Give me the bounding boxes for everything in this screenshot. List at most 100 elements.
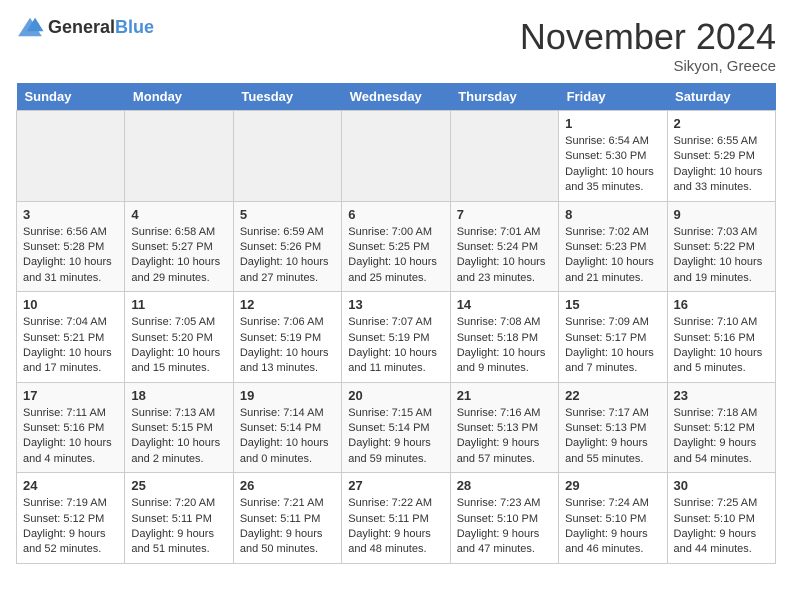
logo-general: General	[48, 17, 115, 37]
day-cell: 28Sunrise: 7:23 AMSunset: 5:10 PMDayligh…	[450, 473, 558, 564]
day-cell: 24 Sunrise: 7:19 AMSunset: 5:12 PMDayligh…	[17, 473, 125, 564]
day-number: 1	[565, 116, 660, 131]
day-info: Sunrise: 6:56 AMSunset: 5:28 PMDaylight:…	[23, 225, 118, 287]
day-cell	[450, 111, 558, 202]
day-number: 27	[348, 478, 443, 493]
day-info: Sunrise: 7:11 AMSunset: 5:16 PMDaylight:…	[23, 406, 118, 468]
day-number: 19	[240, 388, 335, 403]
day-number: 26	[240, 478, 335, 493]
day-number: 10	[23, 297, 118, 312]
header: GeneralBlue November 2024 Sikyon, Greece	[16, 16, 776, 75]
day-number: 29	[565, 478, 660, 493]
week-row-3: 10 Sunrise: 7:04 AMSunset: 5:21 PMDayligh…	[17, 292, 776, 383]
day-number: 11	[131, 297, 226, 312]
day-info: Sunrise: 7:13 AMSunset: 5:15 PMDaylight:…	[131, 406, 226, 468]
day-cell: 20Sunrise: 7:15 AMSunset: 5:14 PMDayligh…	[342, 382, 450, 473]
day-info: Sunrise: 7:17 AMSunset: 5:13 PMDaylight:…	[565, 406, 660, 468]
day-number: 24	[23, 478, 118, 493]
day-cell: 13 Sunrise: 7:07 AMSunset: 5:19 PMDayligh…	[342, 292, 450, 383]
day-info: Sunrise: 7:05 AMSunset: 5:20 PMDaylight:…	[131, 315, 226, 377]
day-number: 14	[457, 297, 552, 312]
logo-text: GeneralBlue	[48, 17, 154, 38]
week-row-4: 17 Sunrise: 7:11 AMSunset: 5:16 PMDayligh…	[17, 382, 776, 473]
day-info: Sunrise: 7:02 AMSunset: 5:23 PMDaylight:…	[565, 225, 660, 287]
location-subtitle: Sikyon, Greece	[520, 58, 776, 75]
week-row-1: 1 Sunrise: 6:54 AMSunset: 5:30 PMDaylight…	[17, 111, 776, 202]
day-cell: 21 Sunrise: 7:16 AMSunset: 5:13 PMDayligh…	[450, 382, 558, 473]
day-info: Sunrise: 7:04 AMSunset: 5:21 PMDaylight:…	[23, 315, 118, 377]
day-number: 22	[565, 388, 660, 403]
logo-icon	[16, 16, 44, 38]
day-cell: 8 Sunrise: 7:02 AMSunset: 5:23 PMDaylight…	[559, 201, 667, 292]
day-cell: 10 Sunrise: 7:04 AMSunset: 5:21 PMDayligh…	[17, 292, 125, 383]
day-info: Sunrise: 7:08 AMSunset: 5:18 PMDaylight:…	[457, 315, 552, 377]
day-info: Sunrise: 7:14 AMSunset: 5:14 PMDaylight:…	[240, 406, 335, 468]
day-cell: 30 Sunrise: 7:25 AMSunset: 5:10 PMDayligh…	[667, 473, 775, 564]
day-cell	[125, 111, 233, 202]
day-cell	[17, 111, 125, 202]
day-cell: 11 Sunrise: 7:05 AMSunset: 5:20 PMDayligh…	[125, 292, 233, 383]
header-tuesday: Tuesday	[233, 83, 341, 111]
day-info: Sunrise: 7:19 AMSunset: 5:12 PMDaylight:…	[23, 496, 118, 558]
day-cell: 3Sunrise: 6:56 AMSunset: 5:28 PMDaylight…	[17, 201, 125, 292]
week-row-2: 3Sunrise: 6:56 AMSunset: 5:28 PMDaylight…	[17, 201, 776, 292]
day-number: 30	[674, 478, 769, 493]
day-info: Sunrise: 7:16 AMSunset: 5:13 PMDaylight:…	[457, 406, 552, 468]
day-info: Sunrise: 7:22 AMSunset: 5:11 PMDaylight:…	[348, 496, 443, 558]
day-cell: 4Sunrise: 6:58 AMSunset: 5:27 PMDaylight…	[125, 201, 233, 292]
day-info: Sunrise: 7:10 AMSunset: 5:16 PMDaylight:…	[674, 315, 769, 377]
day-number: 25	[131, 478, 226, 493]
day-info: Sunrise: 6:54 AMSunset: 5:30 PMDaylight:…	[565, 134, 660, 196]
day-cell: 7 Sunrise: 7:01 AMSunset: 5:24 PMDaylight…	[450, 201, 558, 292]
day-info: Sunrise: 7:21 AMSunset: 5:11 PMDaylight:…	[240, 496, 335, 558]
calendar-table: SundayMondayTuesdayWednesdayThursdayFrid…	[16, 83, 776, 564]
header-friday: Friday	[559, 83, 667, 111]
day-cell: 2 Sunrise: 6:55 AMSunset: 5:29 PMDaylight…	[667, 111, 775, 202]
day-number: 2	[674, 116, 769, 131]
day-cell: 15 Sunrise: 7:09 AMSunset: 5:17 PMDayligh…	[559, 292, 667, 383]
day-number: 18	[131, 388, 226, 403]
day-info: Sunrise: 7:20 AMSunset: 5:11 PMDaylight:…	[131, 496, 226, 558]
day-cell: 19 Sunrise: 7:14 AMSunset: 5:14 PMDayligh…	[233, 382, 341, 473]
day-cell: 29Sunrise: 7:24 AMSunset: 5:10 PMDayligh…	[559, 473, 667, 564]
header-saturday: Saturday	[667, 83, 775, 111]
month-title: November 2024	[520, 16, 776, 58]
day-cell: 23 Sunrise: 7:18 AMSunset: 5:12 PMDayligh…	[667, 382, 775, 473]
calendar-header-row: SundayMondayTuesdayWednesdayThursdayFrid…	[17, 83, 776, 111]
day-info: Sunrise: 7:23 AMSunset: 5:10 PMDaylight:…	[457, 496, 552, 558]
day-number: 23	[674, 388, 769, 403]
day-cell: 27 Sunrise: 7:22 AMSunset: 5:11 PMDayligh…	[342, 473, 450, 564]
day-number: 15	[565, 297, 660, 312]
day-number: 16	[674, 297, 769, 312]
day-number: 8	[565, 207, 660, 222]
logo: GeneralBlue	[16, 16, 154, 38]
title-area: November 2024 Sikyon, Greece	[520, 16, 776, 75]
day-info: Sunrise: 7:06 AMSunset: 5:19 PMDaylight:…	[240, 315, 335, 377]
day-cell: 5 Sunrise: 6:59 AMSunset: 5:26 PMDaylight…	[233, 201, 341, 292]
day-info: Sunrise: 7:03 AMSunset: 5:22 PMDaylight:…	[674, 225, 769, 287]
day-number: 17	[23, 388, 118, 403]
day-number: 5	[240, 207, 335, 222]
day-number: 13	[348, 297, 443, 312]
day-number: 7	[457, 207, 552, 222]
day-number: 6	[348, 207, 443, 222]
day-cell: 22 Sunrise: 7:17 AMSunset: 5:13 PMDayligh…	[559, 382, 667, 473]
day-info: Sunrise: 7:18 AMSunset: 5:12 PMDaylight:…	[674, 406, 769, 468]
day-info: Sunrise: 7:01 AMSunset: 5:24 PMDaylight:…	[457, 225, 552, 287]
day-cell: 26 Sunrise: 7:21 AMSunset: 5:11 PMDayligh…	[233, 473, 341, 564]
day-cell: 25 Sunrise: 7:20 AMSunset: 5:11 PMDayligh…	[125, 473, 233, 564]
day-cell: 12Sunrise: 7:06 AMSunset: 5:19 PMDayligh…	[233, 292, 341, 383]
day-info: Sunrise: 6:59 AMSunset: 5:26 PMDaylight:…	[240, 225, 335, 287]
day-info: Sunrise: 6:58 AMSunset: 5:27 PMDaylight:…	[131, 225, 226, 287]
day-cell: 17 Sunrise: 7:11 AMSunset: 5:16 PMDayligh…	[17, 382, 125, 473]
day-number: 21	[457, 388, 552, 403]
day-info: Sunrise: 7:09 AMSunset: 5:17 PMDaylight:…	[565, 315, 660, 377]
day-info: Sunrise: 7:07 AMSunset: 5:19 PMDaylight:…	[348, 315, 443, 377]
day-number: 9	[674, 207, 769, 222]
header-thursday: Thursday	[450, 83, 558, 111]
day-info: Sunrise: 7:25 AMSunset: 5:10 PMDaylight:…	[674, 496, 769, 558]
day-cell: 16 Sunrise: 7:10 AMSunset: 5:16 PMDayligh…	[667, 292, 775, 383]
day-cell	[233, 111, 341, 202]
day-info: Sunrise: 6:55 AMSunset: 5:29 PMDaylight:…	[674, 134, 769, 196]
day-number: 20	[348, 388, 443, 403]
